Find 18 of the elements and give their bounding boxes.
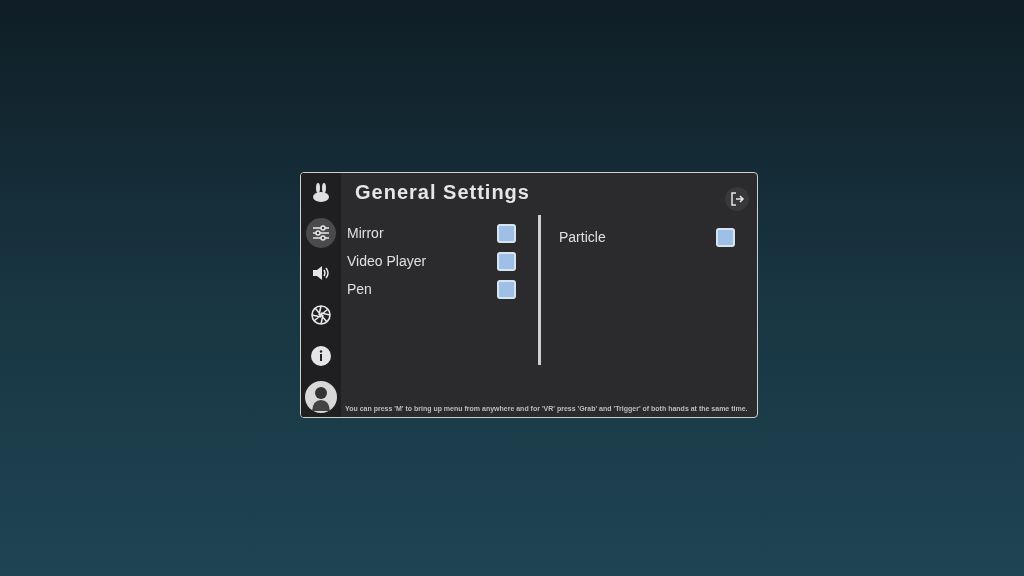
exit-icon (729, 191, 745, 207)
option-label: Particle (559, 227, 606, 247)
option-label: Mirror (347, 223, 384, 243)
checkbox[interactable] (497, 251, 516, 271)
sliders-icon (311, 223, 331, 244)
info-icon (311, 345, 331, 366)
checkbox[interactable] (716, 227, 735, 247)
logo-icon (313, 183, 329, 202)
checkbox[interactable] (497, 223, 516, 243)
exit-button[interactable] (725, 187, 749, 211)
option-label: Video Player (347, 251, 427, 271)
avatar-icon (305, 380, 337, 413)
panel-title: General Settings (355, 180, 530, 205)
option-label: Pen (347, 279, 372, 299)
aperture-icon (310, 303, 332, 326)
sidebar-tab[interactable] (305, 380, 337, 413)
checkbox[interactable] (497, 279, 516, 299)
sidebar-tab[interactable] (306, 218, 336, 249)
